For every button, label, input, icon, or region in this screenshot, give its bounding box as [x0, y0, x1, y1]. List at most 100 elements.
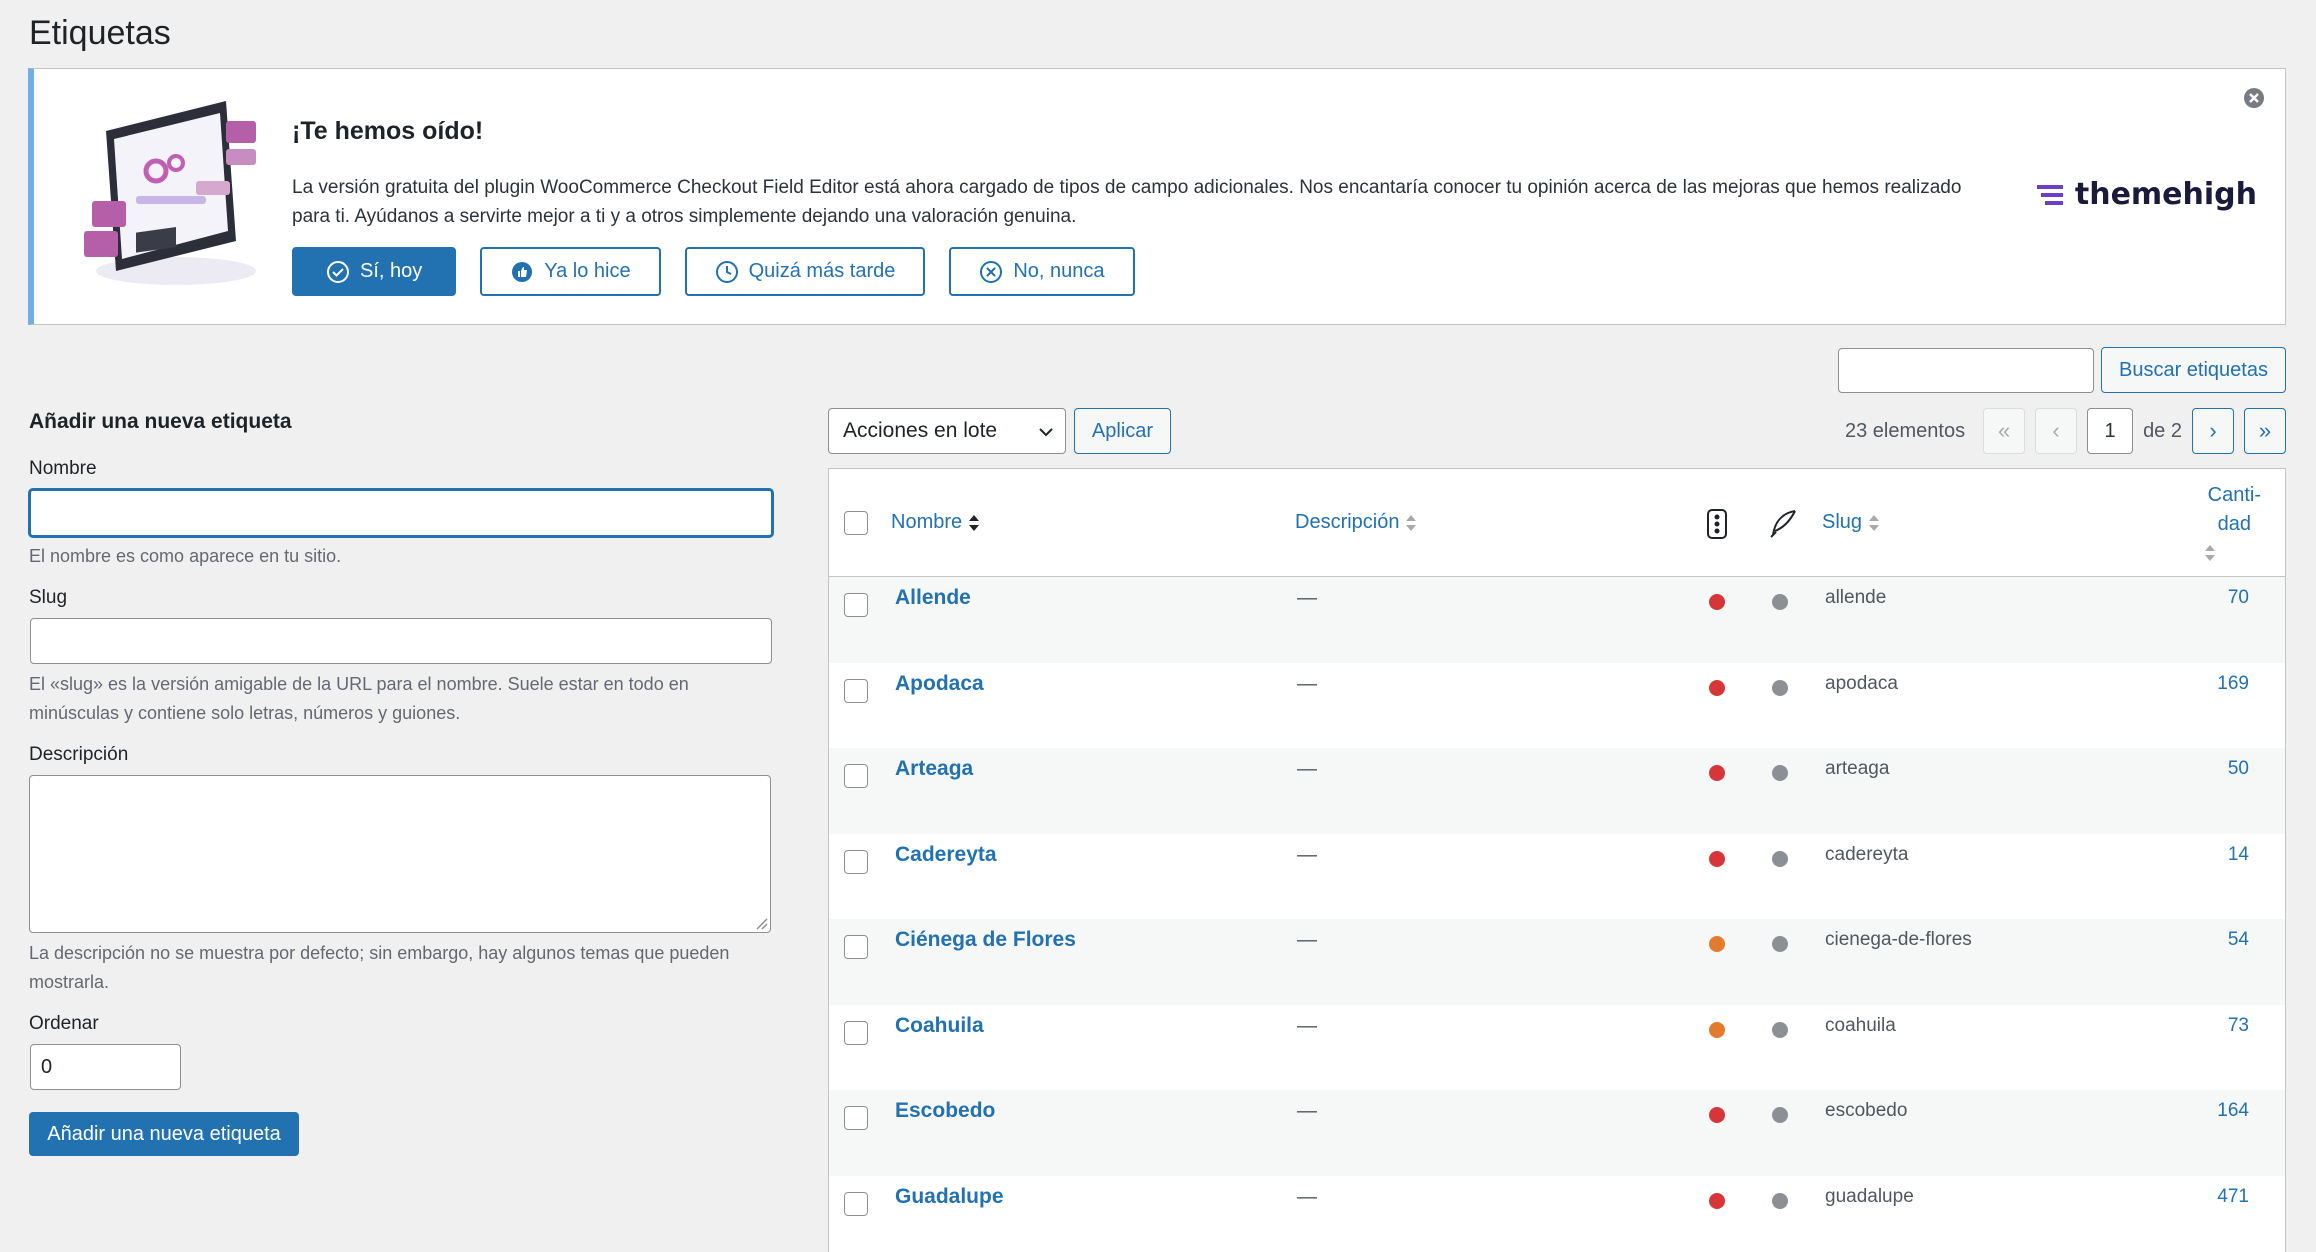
table-row: Escobedo — escobedo 164 [829, 1090, 2285, 1176]
items-count: 23 elementos [1844, 419, 1966, 442]
brand-name: themehigh [2074, 177, 2257, 212]
tag-description: — [1297, 1014, 1317, 1037]
column-description-label: Descripción [1295, 511, 1400, 533]
add-tag-button[interactable]: Añadir una nueva etiqueta [29, 1112, 299, 1156]
review-notice: ¡Te hemos oído! La versión gratuita del … [28, 68, 2286, 325]
table-row: Allende — allende 70 [829, 577, 2285, 663]
slug-help: El «slug» es la versión amigable de la U… [29, 674, 689, 723]
no-never-button[interactable]: No, nunca [949, 247, 1135, 296]
search-input[interactable] [1838, 348, 2094, 393]
tag-name-link[interactable]: Cadereyta [895, 843, 997, 867]
name-help: El nombre es como aparece en tu sitio. [29, 546, 342, 566]
seo-status-dot [1709, 936, 1725, 952]
column-count[interactable]: Canti- dad [2204, 481, 2261, 561]
notice-text: La versión gratuita del plugin WooCommer… [292, 177, 1962, 227]
tag-description: — [1297, 587, 1317, 609]
themehigh-mark-icon [2036, 184, 2063, 205]
tag-description: — [1297, 843, 1317, 866]
readability-status-dot [1772, 594, 1788, 610]
prev-page-button: ‹ [2035, 408, 2078, 454]
tag-slug: arteaga [1825, 758, 1890, 779]
column-description[interactable]: Descripción [1295, 511, 1417, 534]
tag-count-link[interactable]: 70 [2228, 587, 2249, 609]
tag-name-link[interactable]: Escobedo [895, 1099, 995, 1123]
next-page-button[interactable]: › [2192, 408, 2234, 454]
yes-today-label: Sí, hoy [360, 260, 423, 282]
row-checkbox[interactable] [844, 593, 868, 617]
tag-count-link[interactable]: 169 [2217, 673, 2249, 695]
seo-status-dot [1709, 679, 1725, 696]
readability-status-dot [1772, 1192, 1788, 1209]
order-value: 0 [41, 1055, 53, 1078]
table-row: Ciénega de Flores — cienega-de-flores 54 [829, 919, 2285, 1005]
chevron-down-icon [1039, 428, 1053, 437]
tag-name-link[interactable]: Arteaga [895, 757, 973, 781]
tag-slug: escobedo [1825, 1100, 1908, 1121]
readability-status-dot [1772, 936, 1788, 952]
tag-count-link[interactable]: 50 [2228, 758, 2249, 780]
column-count-label-1: Canti- [2207, 484, 2261, 506]
row-checkbox[interactable] [844, 764, 868, 788]
row-checkbox[interactable] [844, 849, 868, 874]
tag-count-link[interactable]: 471 [2217, 1186, 2249, 1208]
column-slug-label: Slug [1822, 511, 1863, 533]
column-slug[interactable]: Slug [1822, 511, 1880, 534]
tag-name-link[interactable]: Guadalupe [895, 1185, 1004, 1209]
tag-name-link[interactable]: Apodaca [895, 672, 984, 696]
x-circle-icon [980, 260, 1003, 283]
row-checkbox[interactable] [844, 1106, 868, 1130]
already-did-label: Ya lo hice [544, 260, 631, 282]
row-checkbox[interactable] [844, 935, 868, 959]
description-field[interactable] [29, 775, 771, 933]
column-name[interactable]: Nombre [891, 511, 980, 534]
seo-status-dot [1709, 850, 1725, 867]
tag-description: — [1297, 758, 1317, 780]
tag-name-link[interactable]: Ciénega de Flores [895, 928, 1076, 952]
column-name-label: Nombre [891, 511, 963, 533]
page-title: Etiquetas [29, 14, 171, 52]
description-label: Descripción [29, 744, 129, 765]
tag-slug: allende [1825, 587, 1887, 608]
yes-today-button[interactable]: Sí, hoy [292, 247, 457, 296]
no-never-label: No, nunca [1013, 260, 1105, 282]
row-checkbox[interactable] [844, 1020, 868, 1045]
name-field[interactable] [29, 489, 773, 537]
row-checkbox[interactable] [844, 678, 868, 703]
tag-count-link[interactable]: 54 [2228, 929, 2249, 951]
current-page-input[interactable]: 1 [2087, 408, 2134, 454]
tag-count-link[interactable]: 14 [2228, 844, 2249, 866]
apply-button[interactable]: Aplicar [1074, 408, 1171, 454]
seo-status-dot [1709, 1021, 1725, 1038]
select-all-checkbox[interactable] [844, 511, 868, 535]
search-tags-button[interactable]: Buscar etiquetas [2101, 347, 2286, 393]
sort-asc-icon [969, 514, 980, 531]
table-row: Cadereyta — cadereyta 14 [829, 834, 2285, 920]
tag-slug: apodaca [1825, 672, 1898, 694]
tag-name-link[interactable]: Allende [895, 586, 971, 610]
already-did-button[interactable]: Ya lo hice [480, 247, 661, 296]
bulk-actions-select[interactable]: Acciones en lote [828, 408, 1066, 454]
order-label: Ordenar [29, 1013, 99, 1034]
tag-count-link[interactable]: 73 [2228, 1015, 2249, 1037]
slug-field[interactable] [30, 618, 772, 664]
last-page-button[interactable]: » [2244, 408, 2286, 454]
table-header: Nombre Descripción Slug Canti- dad [829, 469, 2285, 577]
add-tag-form: Añadir una nueva etiqueta Nombre El nomb… [29, 410, 779, 1156]
sort-icon [1869, 514, 1880, 531]
readability-status-dot [1772, 679, 1788, 696]
description-help: La descripción no se muestra por defecto… [29, 943, 730, 992]
tag-count-link[interactable]: 164 [2217, 1100, 2249, 1122]
row-checkbox[interactable] [844, 1191, 868, 1216]
seo-status-dot [1709, 594, 1725, 610]
tag-slug: cienega-de-flores [1825, 929, 1972, 950]
tag-slug: coahuila [1825, 1014, 1896, 1036]
maybe-later-button[interactable]: Quizá más tarde [684, 247, 926, 296]
close-icon[interactable] [2243, 87, 2265, 109]
maybe-later-label: Quizá más tarde [748, 260, 896, 282]
order-field[interactable]: 0 [30, 1044, 181, 1090]
resize-handle-icon[interactable] [754, 916, 768, 930]
table-row: Apodaca — apodaca 169 [829, 663, 2285, 749]
tag-name-link[interactable]: Coahuila [895, 1014, 984, 1038]
slug-label: Slug [29, 587, 68, 608]
sort-icon [2204, 545, 2215, 561]
